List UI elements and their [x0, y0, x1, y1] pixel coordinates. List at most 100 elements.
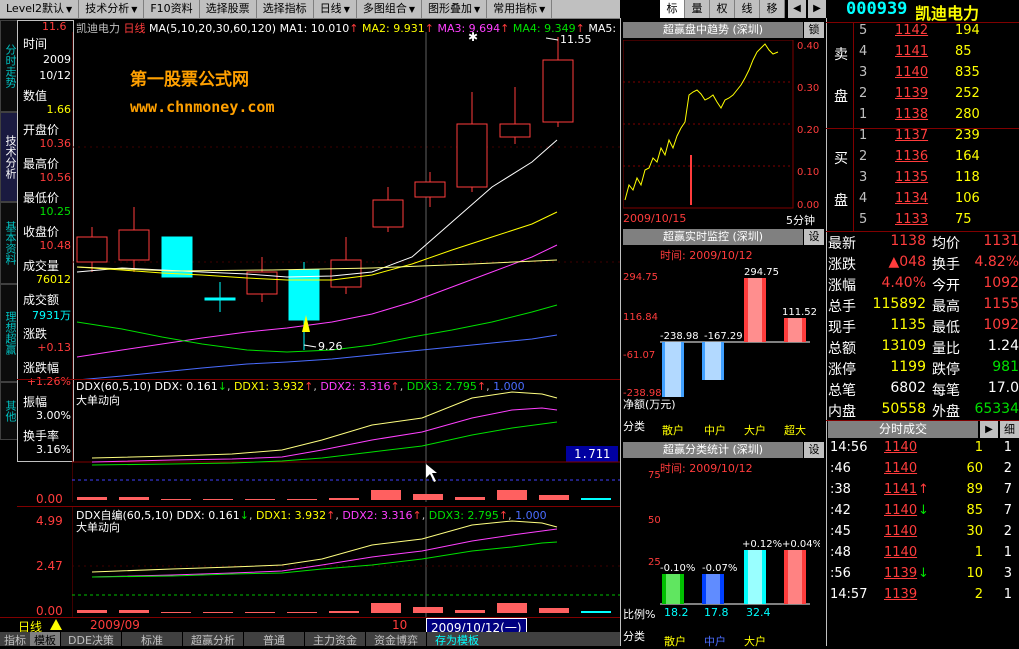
- toolbar-common-indicators[interactable]: 常用指标 ▼: [487, 0, 553, 18]
- sell-vol: 194: [955, 23, 980, 38]
- pct-label: 涨跌幅: [23, 361, 60, 375]
- toolbar-select-indicator[interactable]: 选择指标: [257, 0, 314, 18]
- buy-row[interactable]: 4 1134 106: [855, 191, 1019, 211]
- trend-period: 5分钟: [786, 214, 815, 227]
- ddx-bar: [581, 611, 611, 613]
- stats-settings-button[interactable]: 设: [804, 442, 824, 458]
- tick-count: 1: [1003, 440, 1012, 455]
- sell-row[interactable]: 4 1141 85: [855, 44, 1019, 64]
- candle-body: [542, 59, 574, 123]
- buy-price: 1137: [895, 128, 929, 143]
- ddx-bar: [203, 499, 233, 500]
- quote-value: 50558: [881, 401, 926, 417]
- trend-title: 超赢盘中趋势 (深圳): [623, 22, 803, 38]
- buy-row[interactable]: 2 1136 164: [855, 149, 1019, 169]
- value-value: 1.66: [46, 103, 72, 116]
- main-kline-chart[interactable]: 11.55 9.26 ✱ 第一股票公式网 www.chnmoney.com: [72, 32, 620, 380]
- ddx-bar: [287, 499, 317, 500]
- trend-chart[interactable]: 0.40 0.30 0.20 0.10 0.00: [623, 40, 823, 212]
- left-price-mark: 11.6: [42, 20, 67, 33]
- buy-row[interactable]: 5 1133 75: [855, 212, 1019, 232]
- tab-fund-game[interactable]: 资金博弈: [365, 632, 426, 647]
- ddx-bar: [245, 612, 275, 613]
- ddx-bar: [371, 490, 401, 500]
- tab-line[interactable]: 线: [735, 0, 760, 18]
- tab-mark[interactable]: 标: [660, 0, 685, 18]
- sell-num: 4: [859, 44, 868, 59]
- buy-row[interactable]: 3 1135 118: [855, 170, 1019, 190]
- tick-arrow: ↑: [918, 482, 929, 497]
- ticks-detail-button[interactable]: 细: [1000, 421, 1019, 438]
- quote-value2: 1092: [983, 317, 1019, 333]
- stats-cat-label: 分类: [623, 630, 645, 643]
- toolbar-tech-analysis[interactable]: 技术分析 ▼: [79, 0, 145, 18]
- candle-body: [456, 123, 488, 188]
- period-triangle-icon[interactable]: [50, 619, 62, 630]
- sell-row[interactable]: 1 1138 280: [855, 107, 1019, 127]
- toolbar-f10[interactable]: F10资料: [144, 0, 200, 18]
- tab-rights[interactable]: 权: [710, 0, 735, 18]
- stats-title: 超赢分类统计 (深圳): [623, 442, 803, 458]
- tab-template[interactable]: 模板: [30, 632, 60, 647]
- toolbar-multi-chart[interactable]: 多图组合 ▼: [357, 0, 422, 18]
- tick-price: 1140: [884, 545, 918, 560]
- sidetab-ideal-super[interactable]: 理想超赢: [0, 284, 18, 382]
- next-arrow-icon[interactable]: ▶: [808, 0, 826, 18]
- toolbar-period[interactable]: 日线 ▼: [314, 0, 357, 18]
- sidetab-other[interactable]: 其他: [0, 382, 18, 440]
- time-label: 时间: [23, 37, 48, 51]
- ddx-bar: [329, 498, 359, 500]
- quote-label: 现手: [828, 320, 856, 336]
- status-month: 2009/09: [90, 618, 140, 632]
- sell-row[interactable]: 3 1140 835: [855, 65, 1019, 85]
- tab-save-template[interactable]: 存为模板: [426, 632, 487, 647]
- sidetab-fundamentals[interactable]: 基本资料: [0, 202, 18, 284]
- monitor-chart[interactable]: -238.98 -167.29 294.75 111.52: [660, 260, 820, 400]
- tick-volume: 1: [974, 440, 983, 455]
- tab-volume[interactable]: 量: [685, 0, 710, 18]
- sidetab-technical[interactable]: 技术分析: [0, 112, 18, 202]
- sell-row[interactable]: 2 1139 252: [855, 86, 1019, 106]
- high-value: 10.56: [39, 171, 72, 184]
- ddx1-axis-zero: 0.00: [36, 492, 63, 506]
- sidetab-intraday[interactable]: 分时走势: [0, 20, 18, 112]
- quote-value: 6802: [890, 380, 926, 396]
- buy-num: 4: [859, 191, 868, 206]
- tab-standard[interactable]: 标准: [121, 632, 182, 647]
- trend-axis-4: 0.00: [797, 200, 819, 211]
- tick-time: :48: [830, 545, 851, 560]
- toolbar-select-stock[interactable]: 选择股票: [200, 0, 257, 18]
- buy-vol: 118: [955, 170, 980, 185]
- tab-normal[interactable]: 普通: [243, 632, 304, 647]
- tick-volume: 10: [966, 566, 983, 581]
- ticks-next-button[interactable]: ▶: [980, 421, 998, 438]
- tick-price: 1141: [884, 482, 918, 497]
- toolbar-overlay[interactable]: 图形叠加 ▼: [422, 0, 488, 18]
- stats-ratio-large: 32.4: [746, 606, 771, 619]
- monitor-val-xlarge: 111.52: [782, 307, 817, 318]
- quote-value2: 1131: [983, 233, 1019, 249]
- buy-row[interactable]: 1 1137 239: [855, 128, 1019, 148]
- stats-cat-medium: 中户: [704, 635, 726, 648]
- toolbar-level2[interactable]: Level2默认 ▼: [0, 0, 80, 18]
- ddx2-chart[interactable]: [72, 507, 620, 617]
- star-icon: ✱: [468, 32, 478, 44]
- tick-volume: 30: [966, 524, 983, 539]
- ddx-bar: [581, 498, 611, 500]
- ddx-bar: [203, 612, 233, 613]
- prev-arrow-icon[interactable]: ◀: [788, 0, 806, 18]
- tab-dde[interactable]: DDE决策: [60, 632, 121, 647]
- tab-indicator[interactable]: 指标: [0, 632, 30, 647]
- ddx2-axis-mid: 2.47: [36, 559, 63, 573]
- tab-main-funds[interactable]: 主力资金: [304, 632, 365, 647]
- quote-value2: 4.82%: [974, 254, 1019, 270]
- sell-row[interactable]: 5 1142 194: [855, 23, 1019, 43]
- stats-chart[interactable]: -0.10% -0.07% +0.12% +0.04%: [660, 470, 820, 610]
- ddx1-chart[interactable]: [72, 380, 620, 502]
- lock-button[interactable]: 锁: [804, 22, 824, 38]
- tab-move[interactable]: 移: [760, 0, 785, 18]
- candle-body: [118, 229, 150, 261]
- monitor-settings-button[interactable]: 设: [804, 229, 824, 245]
- sell-vol: 835: [955, 65, 980, 80]
- tab-super-analysis[interactable]: 超赢分析: [182, 632, 243, 647]
